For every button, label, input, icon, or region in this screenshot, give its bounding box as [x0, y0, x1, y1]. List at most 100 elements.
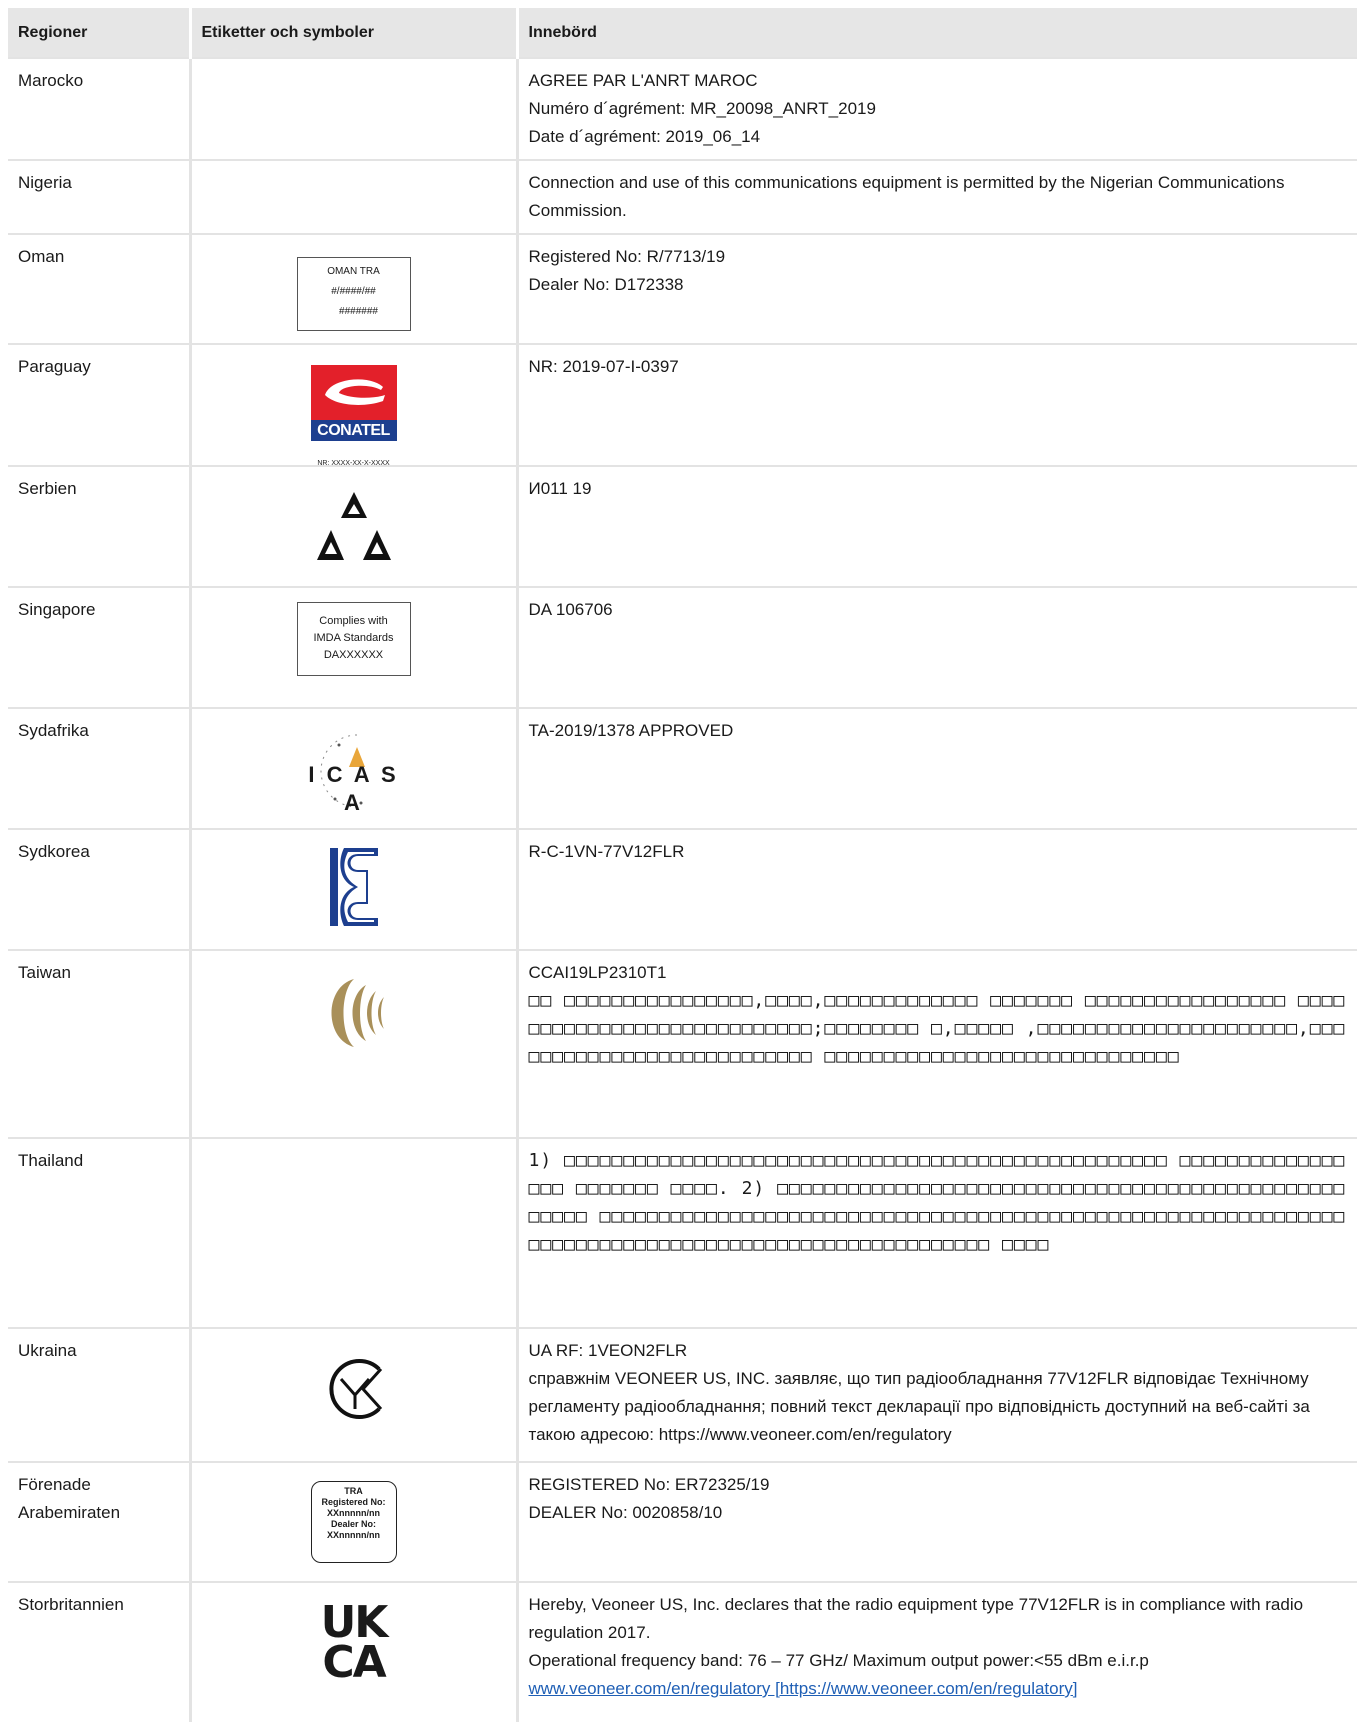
icasa-logo-icon: I C A S A: [299, 729, 409, 815]
table-row: Nigeria Connection and use of this commu…: [8, 159, 1357, 234]
region-cell: Sydkorea: [8, 828, 190, 950]
region-cell: Nigeria: [8, 159, 190, 234]
meaning-cell: CCAI19LP2310T1 □□ □□□□□□□□□□□□□□□□,□□□□,…: [515, 949, 1357, 1138]
meaning-cell: Connection and use of this communication…: [515, 159, 1357, 234]
regulatory-table: Regioner Etiketter och symboler Innebörd…: [8, 8, 1357, 1722]
table-row: Marocko AGREE PAR L'ANRT MAROC Numéro d´…: [8, 57, 1357, 160]
meaning-cell: Hereby, Veoneer US, Inc. declares that t…: [515, 1581, 1357, 1722]
symbol-cell: [188, 949, 517, 1138]
table-row: Sydkorea R-C-1VN-77V12FLR: [8, 828, 1357, 950]
symbol-text: XXnnnnn/nn: [327, 1508, 380, 1518]
conatel-logo-icon: CONATEL NR: XXXX-XX-X-XXXX: [310, 365, 397, 478]
meaning-cell: DA 106706: [515, 586, 1357, 708]
symbol-text: OMAN TRA: [327, 266, 380, 277]
meaning-cell: UA RF: 1VEON2FLR справжнім VEONEER US, I…: [515, 1327, 1357, 1462]
oman-tra-label-icon: OMAN TRA #/####/## #######: [296, 257, 411, 331]
symbol-text: Dealer No:: [330, 1519, 376, 1529]
region-cell: Ukraina: [8, 1327, 190, 1462]
table-row: Singapore Complies with IMDA Standards D…: [8, 586, 1357, 708]
table-row: Serbien И011 19: [8, 465, 1357, 587]
meaning-cell: R-C-1VN-77V12FLR: [515, 828, 1357, 950]
meaning-cell: AGREE PAR L'ANRT MAROC Numéro d´agrément…: [515, 57, 1357, 160]
serbia-triangles-logo-icon: [311, 490, 397, 575]
meaning-line: Numéro d´agrément: MR_20098_ANRT_2019: [528, 99, 876, 118]
meaning-cell: 1) □□□□□□□□□□□□□□□□□□□□□□□□□□□□□□□□□□□□□…: [515, 1137, 1357, 1328]
region-cell: Paraguay: [8, 343, 190, 466]
symbol-cell: [188, 465, 517, 587]
region-cell: Oman: [8, 233, 190, 344]
meaning-cell: И011 19: [515, 465, 1357, 587]
table-row: Ukraina UA RF: 1VEON2FLR справжнім VEONE…: [8, 1327, 1357, 1462]
symbol-text: Complies with: [319, 615, 388, 627]
region-cell: Sydafrika: [8, 707, 190, 829]
ncc-logo-icon: [314, 973, 394, 1062]
symbol-cell: [188, 1137, 517, 1328]
meaning-line: R-C-1VN-77V12FLR: [528, 842, 685, 861]
meaning-line: 1) □□□□□□□□□□□□□□□□□□□□□□□□□□□□□□□□□□□□□…: [528, 1150, 1346, 1255]
meaning-line: справжнім VEONEER US, INC. заявляє, що т…: [528, 1369, 1310, 1444]
meaning-line: AGREE PAR L'ANRT MAROC: [528, 71, 758, 90]
region-cell: Singapore: [8, 586, 190, 708]
symbol-text: DAXXXXXX: [323, 649, 384, 661]
table-row: Oman OMAN TRA #/####/## ####### Register…: [8, 233, 1357, 344]
symbol-text: #######: [339, 306, 378, 317]
meaning-line: REGISTERED No: ER72325/19: [528, 1475, 770, 1494]
meaning-line: DEALER No: 0020858/10: [528, 1503, 723, 1522]
symbol-cell: I C A S A: [188, 707, 517, 829]
meaning-cell: NR: 2019-07-I-0397: [515, 343, 1357, 466]
symbol-text: TRA: [344, 1486, 363, 1496]
symbol-cell: TRA Registered No: XXnnnnn/nn Dealer No:…: [188, 1461, 517, 1582]
region-cell: Förenade Arabemiraten: [8, 1461, 190, 1582]
region-cell: Thailand: [8, 1137, 190, 1328]
table-row: Paraguay CONATEL NR: XXXX-XX-X-XXXX NR: …: [8, 343, 1357, 467]
meaning-line: Dealer No: D172338: [528, 275, 684, 294]
symbol-cell: Complies with IMDA Standards DAXXXXXX: [188, 586, 517, 708]
meaning-cell: Registered No: R/7713/19 Dealer No: D172…: [515, 233, 1357, 344]
regulatory-link[interactable]: www.veoneer.com/en/regulatory [https://w…: [529, 1675, 1348, 1703]
meaning-cell: REGISTERED No: ER72325/19 DEALER No: 002…: [515, 1461, 1357, 1582]
table-row: Taiwan CCAI19LP2310T1 □□ □□□□□□□□□□□□□□□…: [8, 949, 1357, 1138]
region-cell: Storbritannien: [8, 1581, 190, 1722]
header-regions: Regioner: [8, 8, 190, 58]
symbol-cell: [188, 57, 517, 160]
header-meaning: Innebörd: [515, 8, 1357, 58]
meaning-line: Registered No: R/7713/19: [528, 247, 726, 266]
meaning-line: И011 19: [528, 479, 592, 498]
ukca-line: CA: [322, 1637, 386, 1688]
table-row: Storbritannien UK CA Hereby, Veoneer US,…: [8, 1581, 1357, 1722]
ukca-mark-icon: UK CA: [309, 1601, 399, 1688]
table-row: Thailand 1) □□□□□□□□□□□□□□□□□□□□□□□□□□□□…: [8, 1137, 1357, 1328]
symbol-cell: [188, 159, 517, 234]
meaning-line: Connection and use of this communication…: [528, 173, 1285, 220]
kc-mark-logo-icon: [324, 844, 384, 939]
ukraine-conformity-mark-icon: [319, 1351, 389, 1436]
meaning-cell: TA-2019/1378 APPROVED: [515, 707, 1357, 829]
page: { "table": { "headers": ["Regioner", "Et…: [0, 0, 1357, 1725]
symbol-text: #/####/##: [331, 286, 376, 297]
meaning-line: UA RF: 1VEON2FLR: [528, 1341, 688, 1360]
symbol-text: Registered No:: [321, 1497, 386, 1507]
meaning-line: NR: 2019-07-I-0397: [528, 357, 679, 376]
icasa-wordmark: I C A S A: [308, 762, 399, 815]
symbol-cell: OMAN TRA #/####/## #######: [188, 233, 517, 344]
meaning-line: Hereby, Veoneer US, Inc. declares that t…: [528, 1595, 1304, 1642]
region-cell: Serbien: [8, 465, 190, 587]
symbol-cell: CONATEL NR: XXXX-XX-X-XXXX: [188, 343, 517, 467]
header-row: Regioner Etiketter och symboler Innebörd: [8, 8, 1357, 58]
imda-label-icon: Complies with IMDA Standards DAXXXXXX: [296, 602, 411, 676]
table-row: Sydafrika I C A S A TA-2019/1378 APPROVE…: [8, 707, 1357, 829]
region-cell: Marocko: [8, 57, 190, 160]
symbol-cell: UK CA: [188, 1581, 517, 1722]
meaning-line: Date d´agrément: 2019_06_14: [528, 127, 761, 146]
meaning-line: DA 106706: [528, 600, 613, 619]
meaning-line: TA-2019/1378 APPROVED: [528, 721, 734, 740]
conatel-wordmark: CONATEL: [317, 422, 390, 439]
region-cell: Taiwan: [8, 949, 190, 1138]
meaning-line: CCAI19LP2310T1: [528, 963, 667, 982]
symbol-text: IMDA Standards: [313, 632, 394, 644]
symbol-cell: [188, 828, 517, 950]
meaning-line: Operational frequency band: 76 – 77 GHz/…: [528, 1651, 1149, 1670]
table-row: Förenade Arabemiraten TRA Registered No:…: [8, 1461, 1357, 1582]
uae-tra-label-icon: TRA Registered No: XXnnnnn/nn Dealer No:…: [310, 1481, 397, 1563]
symbol-text: XXnnnnn/nn: [327, 1530, 380, 1540]
